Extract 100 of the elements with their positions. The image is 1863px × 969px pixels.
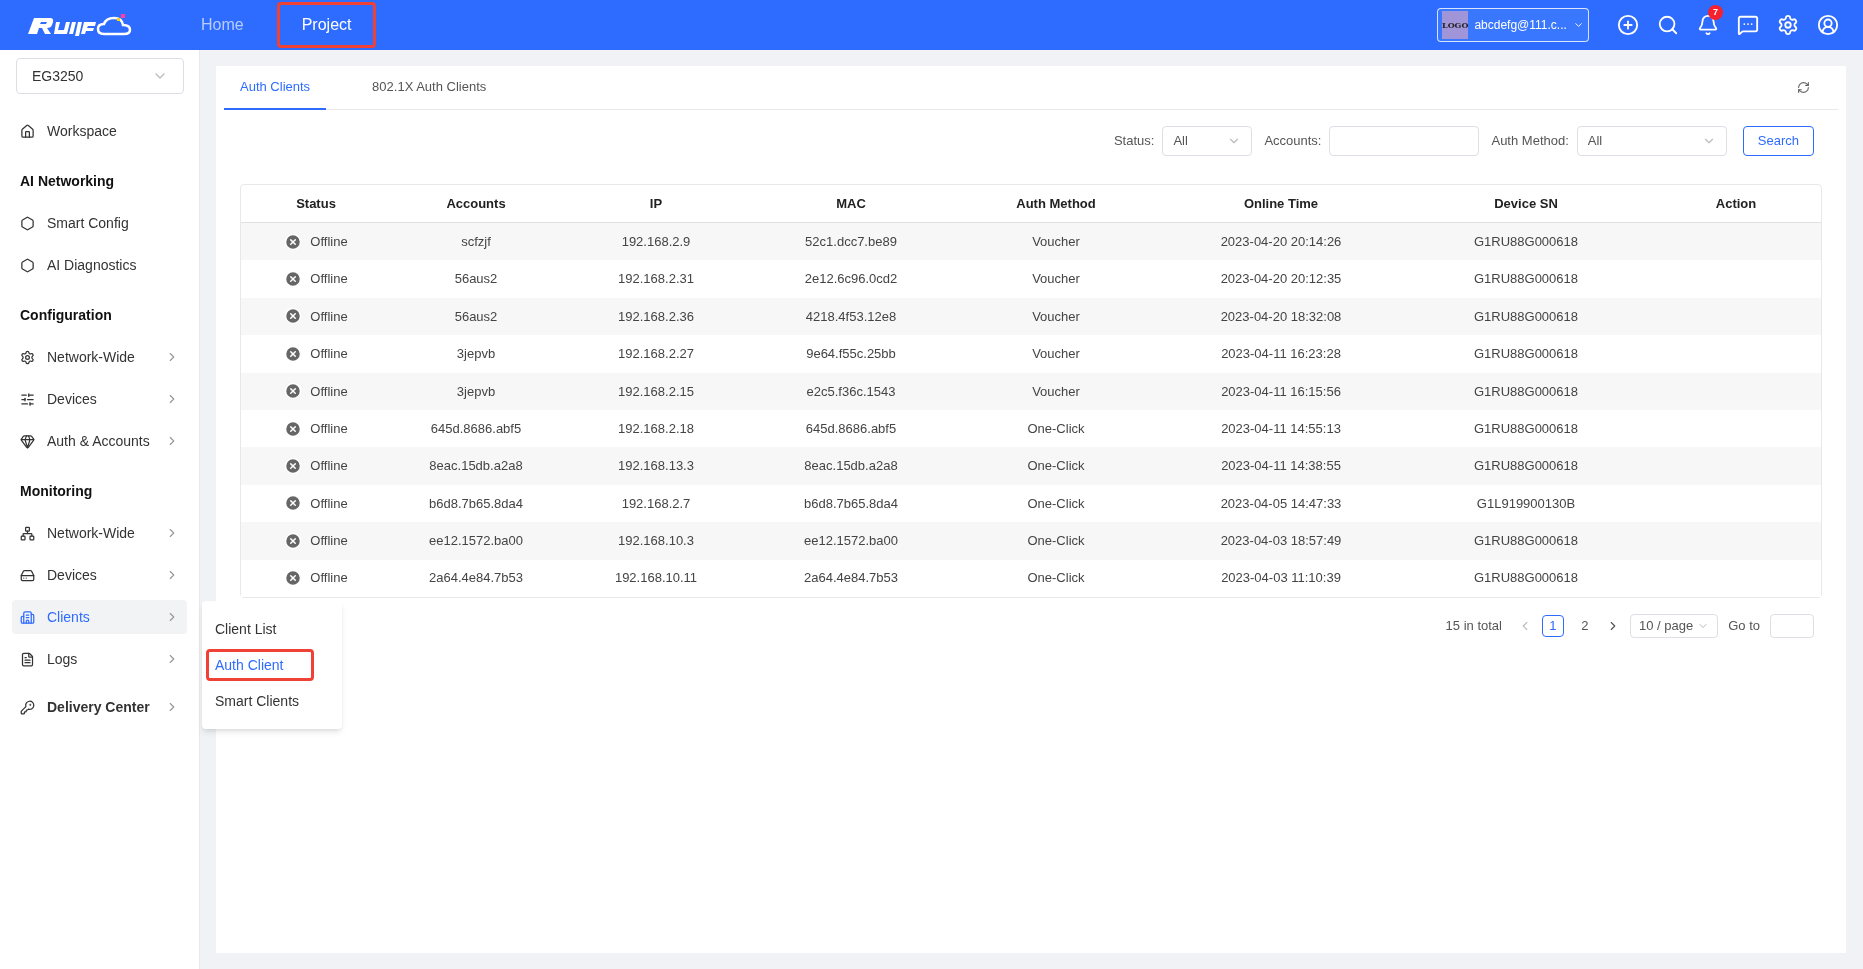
offline-icon: [284, 344, 303, 363]
column-header: Online Time: [1242, 194, 1320, 213]
status-select[interactable]: All: [1162, 126, 1253, 156]
table-cell: 192.168.2.31: [618, 271, 694, 287]
table-cell: G1RU88G000618: [1473, 383, 1579, 399]
page-button[interactable]: 2: [1574, 614, 1596, 637]
column-header: IP: [648, 194, 664, 213]
table-cell: ee12.1572.ba00: [429, 533, 523, 549]
table-cell: scfzjf: [461, 233, 491, 249]
column-header: Status: [295, 194, 337, 213]
account-selector[interactable]: LOGO abcdefg@111.c...: [1437, 8, 1589, 42]
user-icon[interactable]: [1817, 14, 1839, 36]
submenu-item[interactable]: Smart Clients: [206, 685, 338, 717]
offline-icon: [284, 531, 303, 550]
section-heading: Configuration: [19, 305, 113, 325]
auth-method-select[interactable]: All: [1576, 126, 1727, 156]
document-icon: [20, 651, 35, 667]
device-select[interactable]: EG3250: [16, 58, 184, 94]
search-button[interactable]: Search: [1742, 126, 1814, 156]
submenu-item[interactable]: Client List: [206, 613, 338, 645]
page-button[interactable]: 1: [1542, 614, 1564, 637]
table-cell: 52c1.dcc7.be89: [805, 233, 897, 249]
total-count: 15 in total: [1445, 617, 1502, 636]
key-icon: [20, 699, 35, 715]
settings-icon[interactable]: [1777, 14, 1799, 36]
table-cell: 2023-04-11 16:23:28: [1221, 346, 1341, 362]
table-cell: 192.168.10.11: [614, 570, 698, 586]
sidebar-item[interactable]: Network-Wide: [12, 340, 187, 374]
table-cell: b6d8.7b65.8da4: [804, 495, 898, 511]
table-cell: 3jepvb: [456, 346, 496, 362]
table-cell: G1RU88G000618: [1473, 271, 1579, 287]
table-cell: 2023-04-05 14:47:33: [1220, 495, 1342, 511]
goto-label: Go to: [1728, 617, 1760, 636]
message-icon[interactable]: [1737, 14, 1759, 36]
column-header: Action: [1714, 194, 1758, 213]
notification-icon[interactable]: [1697, 14, 1719, 36]
search-icon[interactable]: [1657, 14, 1679, 36]
table-cell: 192.168.2.9: [621, 233, 691, 249]
column-header: Auth Method: [1015, 194, 1097, 213]
table-cell: 2023-04-20 20:14:26: [1220, 233, 1342, 249]
table-cell: 192.168.2.36: [618, 308, 694, 324]
table-cell: 2a64.4e84.7b53: [804, 570, 898, 586]
table-cell: 645d.8686.abf5: [430, 420, 522, 436]
column-header: MAC: [835, 194, 867, 213]
table-cell-text: Offline: [310, 569, 348, 588]
sidebar-item[interactable]: Devices: [12, 558, 187, 592]
table-cell: 9e64.f55c.25bb: [806, 346, 896, 362]
hexagon-icon: [20, 257, 35, 273]
drive-icon: [20, 567, 35, 583]
table-cell: G1RU88G000618: [1473, 570, 1579, 586]
tab[interactable]: Auth Clients: [224, 65, 327, 110]
offline-icon: [284, 494, 303, 513]
table-cell: 192.168.2.18: [618, 420, 694, 436]
table-cell: One-Click: [1027, 495, 1085, 511]
sidebar-item[interactable]: Network-Wide: [12, 516, 187, 550]
table-cell: 3jepvb: [456, 383, 496, 399]
page-size-select[interactable]: 10 / page: [1630, 613, 1719, 638]
sidebar-item[interactable]: Delivery Center: [12, 690, 187, 724]
nav-tab[interactable]: Project: [276, 2, 377, 48]
table-cell: G1RU88G000618: [1473, 533, 1579, 549]
table-cell: 2023-04-20 18:32:08: [1220, 308, 1342, 324]
filter-label: Auth Method:: [1491, 132, 1569, 151]
table-cell: G1RU88G000618: [1473, 346, 1579, 362]
table-cell: 192.168.10.3: [618, 533, 694, 549]
sidebar-item[interactable]: Smart Config: [12, 206, 187, 240]
submenu-item[interactable]: Auth Client: [206, 649, 314, 681]
home-icon: [20, 123, 35, 139]
table-cell: G1L919900130B: [1476, 495, 1576, 511]
table-cell: Voucher: [1032, 233, 1080, 249]
settings-icon: [20, 349, 35, 365]
refresh-icon[interactable]: [1797, 81, 1810, 94]
table-cell: Voucher: [1032, 271, 1080, 287]
table-cell: G1RU88G000618: [1473, 458, 1579, 474]
table-cell: 192.168.2.15: [618, 383, 694, 399]
sidebar-item[interactable]: Auth & Accounts: [12, 424, 187, 458]
add-icon[interactable]: [1617, 14, 1639, 36]
tab[interactable]: 802.1X Auth Clients: [356, 65, 503, 110]
accounts-field[interactable]: [1329, 126, 1480, 156]
offline-icon: [284, 307, 303, 326]
offline-icon: [284, 382, 303, 401]
table-cell-text: Offline: [310, 382, 348, 401]
section-heading: Monitoring: [19, 481, 94, 501]
sidebar-item[interactable]: Logs: [12, 642, 187, 676]
table-cell: G1RU88G000618: [1473, 233, 1579, 249]
goto-field[interactable]: [1770, 613, 1814, 638]
table-cell: G1RU88G000618: [1473, 420, 1579, 436]
offline-icon: [284, 419, 303, 438]
sidebar-item[interactable]: AI Diagnostics: [12, 248, 187, 282]
table-cell: 2023-04-20 20:12:35: [1220, 271, 1342, 287]
gem-icon: [20, 433, 35, 449]
sidebar-item[interactable]: Clients: [12, 600, 187, 634]
network-icon: [20, 525, 35, 541]
table-cell: 2023-04-03 11:10:39: [1221, 570, 1341, 586]
sidebar-item[interactable]: Workspace: [12, 114, 187, 148]
table-cell: Voucher: [1032, 346, 1080, 362]
offline-icon: [284, 569, 303, 588]
table-cell: 56aus2: [454, 271, 498, 287]
table-cell: 2a64.4e84.7b53: [429, 570, 523, 586]
sidebar-item[interactable]: Devices: [12, 382, 187, 416]
hexagon-icon: [20, 215, 35, 231]
